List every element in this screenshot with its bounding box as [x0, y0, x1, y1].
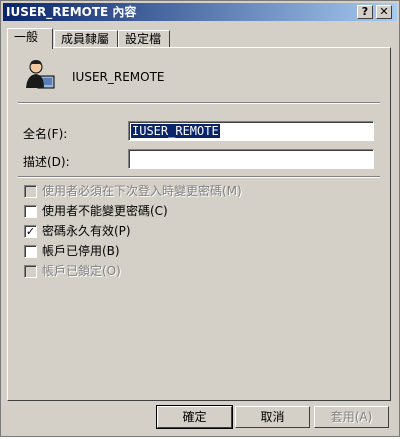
tab-general[interactable]: 一般: [7, 28, 53, 49]
option-label: 使用者必須在下次登入時變更密碼(M): [42, 184, 242, 198]
tab-profile-label: 設定檔: [125, 32, 162, 46]
cancel-button[interactable]: 取消: [235, 406, 310, 428]
ok-button[interactable]: 確定: [156, 405, 233, 429]
tab-general-label: 一般: [14, 30, 39, 44]
properties-dialog: IUSER_REMOTE 內容 ? ✕ 一般 成員隸屬 設定檔 IUSER_RE…: [0, 0, 400, 437]
option-label: 帳戶已停用(B): [42, 244, 120, 258]
window-title: IUSER_REMOTE 內容: [6, 5, 137, 19]
tab-member-of-label: 成員隸屬: [61, 32, 110, 46]
general-tab-panel: IUSER_REMOTE 全名(F): IUSER_REMOTE 描述(D): …: [7, 47, 391, 401]
option-label: 帳戶已鎖定(O): [42, 264, 121, 278]
checkbox-account-locked[interactable]: [24, 265, 37, 278]
help-button[interactable]: ?: [357, 5, 373, 19]
checkbox-cannot-change-password[interactable]: [24, 205, 37, 218]
fullname-label: 全名(F):: [23, 127, 68, 141]
apply-button[interactable]: 套用(A): [314, 406, 389, 428]
description-label: 描述(D):: [23, 155, 70, 169]
description-field[interactable]: [128, 149, 374, 169]
fullname-value: IUSER_REMOTE: [131, 124, 220, 138]
option-label: 使用者不能變更密碼(C): [42, 204, 168, 218]
tab-member-of[interactable]: 成員隸屬: [54, 30, 118, 48]
fullname-field[interactable]: IUSER_REMOTE: [128, 121, 374, 141]
close-button[interactable]: ✕: [376, 5, 392, 19]
checkbox-account-disabled[interactable]: [24, 245, 37, 258]
user-icon: [24, 58, 56, 90]
separator: [18, 176, 380, 178]
option-label: 密碼永久有效(P): [42, 224, 131, 238]
separator: [18, 102, 380, 104]
tab-profile[interactable]: 設定檔: [118, 30, 170, 48]
title-bar[interactable]: IUSER_REMOTE 內容: [3, 3, 397, 21]
user-name: IUSER_REMOTE: [72, 70, 165, 84]
checkbox-must-change-password[interactable]: [24, 185, 37, 198]
checkbox-password-never-expires[interactable]: ✓: [24, 225, 37, 238]
